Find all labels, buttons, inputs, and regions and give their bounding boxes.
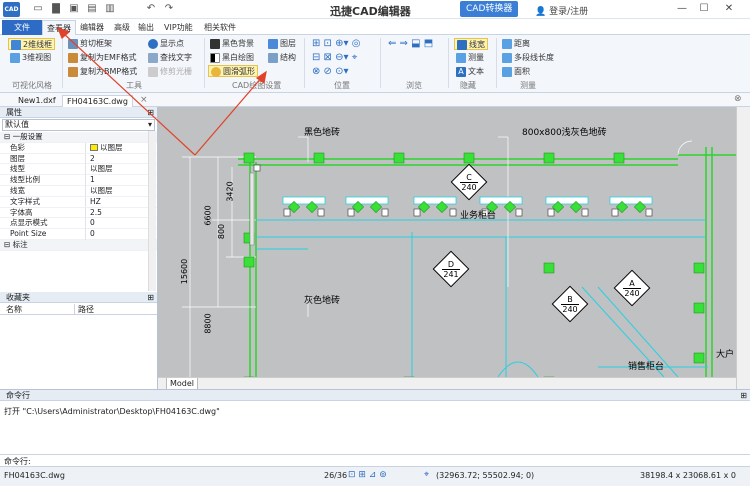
command-header: 命令行 ⊞ <box>0 390 750 401</box>
status-bar: FH04163C.dwg 26/36 ⊡ ⊞ ⊿ ⊚ ⌖ (32963.72; … <box>0 466 750 486</box>
snap-icons[interactable]: ⊡ ⊞ ⊿ ⊚ <box>348 470 387 480</box>
command-log: 打开 "C:\Users\Administrator\Desktop\FH041… <box>4 407 220 416</box>
command-input[interactable] <box>42 456 742 466</box>
status-file: FH04163C.dwg <box>4 471 65 480</box>
command-title: 命令行 <box>6 391 30 400</box>
status-size: 38198.4 x 23068.61 x 0 <box>640 471 736 480</box>
command-panel: 命令行 ⊞ 打开 "C:\Users\Administrator\Desktop\… <box>0 389 750 466</box>
cursor-icon: ⌖ <box>424 470 430 480</box>
pin-icon[interactable]: ⊞ <box>740 390 747 401</box>
status-page: 26/36 <box>324 471 348 480</box>
command-input-row[interactable]: 命令行: <box>0 454 750 466</box>
status-coords: (32963.72; 55502.94; 0) <box>436 471 535 480</box>
